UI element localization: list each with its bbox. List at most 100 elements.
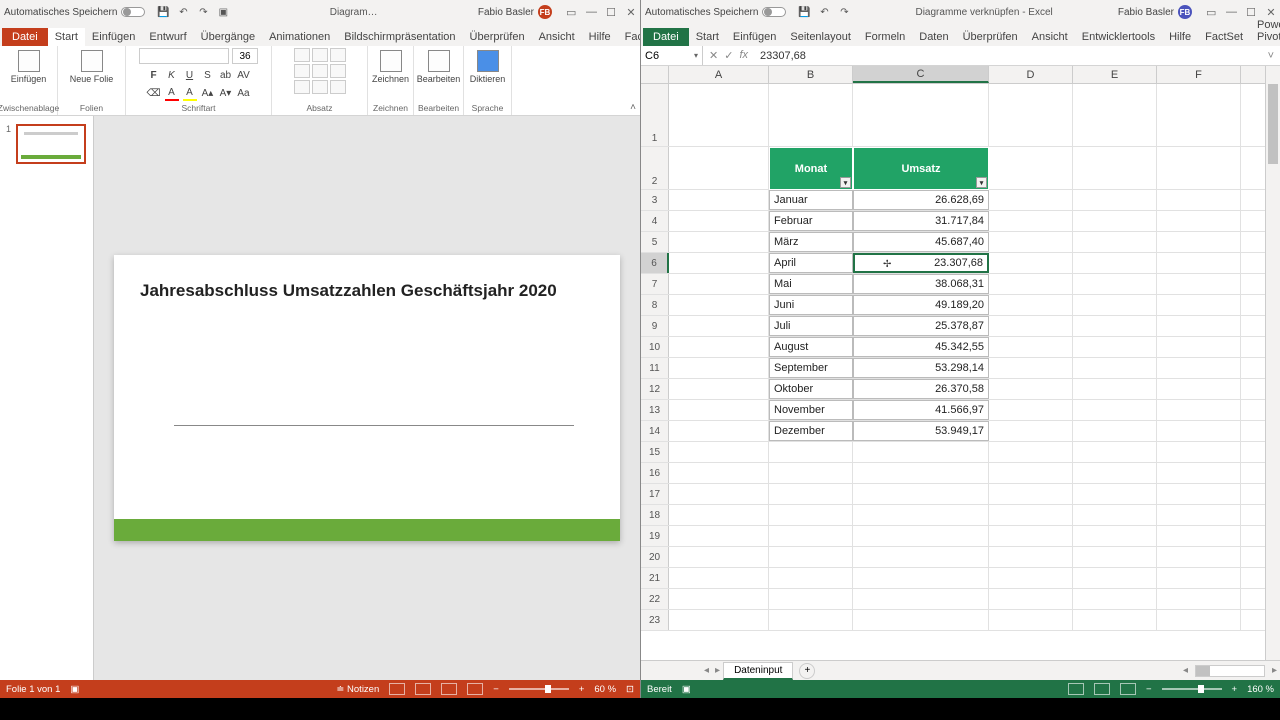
scroll-thumb[interactable] bbox=[1268, 84, 1278, 164]
cell-monat[interactable]: Mai bbox=[769, 274, 853, 294]
font-family-input[interactable] bbox=[139, 48, 229, 64]
table-row[interactable]: 4Februar31.717,84 bbox=[641, 211, 1265, 232]
cell-umsatz[interactable]: ✢23.307,68 bbox=[853, 253, 989, 273]
tab-ueberpruefen[interactable]: Überprüfen bbox=[463, 28, 532, 46]
slide-editor-area[interactable]: Jahresabschluss Umsatzzahlen Geschäftsja… bbox=[94, 116, 640, 680]
cell-umsatz[interactable]: 45.342,55 bbox=[853, 337, 989, 357]
sheet-tab-dateninput[interactable]: Dateninput bbox=[723, 662, 793, 680]
font-size-input[interactable] bbox=[232, 48, 258, 64]
undo-icon[interactable]: ↶ bbox=[177, 6, 189, 18]
table-row[interactable]: 7Mai38.068,31 bbox=[641, 274, 1265, 295]
save-icon[interactable]: 💾 bbox=[798, 6, 810, 18]
zoom-slider[interactable] bbox=[509, 688, 569, 690]
tab-start[interactable]: Start bbox=[48, 28, 85, 46]
col-header-C[interactable]: C bbox=[853, 66, 989, 83]
spreadsheet-grid[interactable]: A B C D E F 12Monat▾Umsatz▾3Januar26.628… bbox=[641, 66, 1265, 660]
slideshow-icon[interactable]: ▣ bbox=[217, 6, 229, 18]
redo-icon[interactable]: ↷ bbox=[197, 6, 209, 18]
tab-file-xl[interactable]: Datei bbox=[643, 28, 689, 46]
minimize-icon[interactable]: — bbox=[586, 6, 596, 19]
col-header-A[interactable]: A bbox=[669, 66, 769, 83]
cancel-formula-icon[interactable]: ✕ bbox=[709, 49, 718, 62]
increase-font-button[interactable]: A▴ bbox=[201, 87, 215, 101]
table-row[interactable]: 9Juli25.378,87 bbox=[641, 316, 1265, 337]
slide-thumbnail-1[interactable] bbox=[16, 124, 86, 164]
highlight-button[interactable]: A bbox=[183, 87, 197, 101]
zoom-out-button[interactable]: − bbox=[493, 684, 499, 695]
col-header-D[interactable]: D bbox=[989, 66, 1073, 83]
bullets-button[interactable] bbox=[294, 48, 310, 62]
minimize-icon[interactable]: — bbox=[1226, 6, 1236, 19]
tab-entwicklertools[interactable]: Entwicklertools bbox=[1075, 28, 1162, 46]
diktieren-button[interactable]: Diktieren bbox=[468, 48, 508, 86]
table-row[interactable]: 8Juni49.189,20 bbox=[641, 295, 1265, 316]
table-row[interactable]: 3Januar26.628,69 bbox=[641, 190, 1265, 211]
vertical-scrollbar[interactable] bbox=[1265, 66, 1280, 660]
strike-button[interactable]: S bbox=[201, 68, 215, 82]
zoom-level[interactable]: 60 % bbox=[594, 684, 616, 695]
horizontal-scrollbar[interactable] bbox=[1195, 665, 1265, 677]
tab-ansicht[interactable]: Ansicht bbox=[532, 28, 582, 46]
cell-umsatz[interactable]: 25.378,87 bbox=[853, 316, 989, 336]
shadow-button[interactable]: ab bbox=[219, 68, 233, 82]
tab-file[interactable]: Datei bbox=[2, 28, 48, 46]
page-layout-view-icon[interactable] bbox=[1094, 683, 1110, 695]
cell-monat[interactable]: September bbox=[769, 358, 853, 378]
tab-factset-xl[interactable]: FactSet bbox=[1198, 28, 1250, 46]
normal-view-icon[interactable] bbox=[389, 683, 405, 695]
undo-icon[interactable]: ↶ bbox=[818, 6, 830, 18]
sorter-view-icon[interactable] bbox=[415, 683, 431, 695]
spacing-button[interactable]: AV bbox=[237, 68, 251, 82]
table-header-monat[interactable]: Monat▾ bbox=[769, 147, 853, 190]
table-row[interactable]: 12Oktober26.370,58 bbox=[641, 379, 1265, 400]
cell-umsatz[interactable]: 49.189,20 bbox=[853, 295, 989, 315]
add-sheet-button[interactable]: + bbox=[799, 663, 815, 679]
ribbon-options-icon[interactable]: ▭ bbox=[1206, 6, 1216, 19]
hscroll-left-icon[interactable]: ◂ bbox=[1180, 665, 1191, 676]
tab-entwurf[interactable]: Entwurf bbox=[142, 28, 193, 46]
cell-monat[interactable]: Juni bbox=[769, 295, 853, 315]
tab-formeln[interactable]: Formeln bbox=[858, 28, 912, 46]
align-center-button[interactable] bbox=[312, 64, 328, 78]
direction-button[interactable] bbox=[330, 80, 346, 94]
indent-button[interactable] bbox=[330, 48, 346, 62]
cell-umsatz[interactable]: 53.298,14 bbox=[853, 358, 989, 378]
cell-umsatz[interactable]: 31.717,84 bbox=[853, 211, 989, 231]
tab-hilfe[interactable]: Hilfe bbox=[582, 28, 618, 46]
slide-title[interactable]: Jahresabschluss Umsatzzahlen Geschäftsja… bbox=[140, 281, 594, 301]
numbering-button[interactable] bbox=[312, 48, 328, 62]
tab-seitenlayout[interactable]: Seitenlayout bbox=[783, 28, 858, 46]
decrease-font-button[interactable]: A▾ bbox=[219, 87, 233, 101]
cell-monat[interactable]: Juli bbox=[769, 316, 853, 336]
underline-button[interactable]: U bbox=[183, 68, 197, 82]
chevron-down-icon[interactable]: ▾ bbox=[694, 51, 698, 60]
bearbeiten-button[interactable]: Bearbeiten bbox=[415, 48, 463, 86]
font-color-button[interactable]: A bbox=[165, 87, 179, 101]
tab-bildschirmpraesentation[interactable]: Bildschirmpräsentation bbox=[337, 28, 462, 46]
cell-umsatz[interactable]: 53.949,17 bbox=[853, 421, 989, 441]
toggle-icon[interactable] bbox=[121, 7, 145, 17]
tab-animationen[interactable]: Animationen bbox=[262, 28, 337, 46]
cell-umsatz[interactable]: 45.687,40 bbox=[853, 232, 989, 252]
save-icon[interactable]: 💾 bbox=[157, 6, 169, 18]
table-row[interactable]: 13November41.566,97 bbox=[641, 400, 1265, 421]
normal-view-icon-xl[interactable] bbox=[1068, 683, 1084, 695]
collapse-ribbon-icon[interactable]: ˄ bbox=[630, 102, 636, 113]
prev-sheet-icon[interactable]: ◂ bbox=[701, 665, 712, 676]
page-break-view-icon[interactable] bbox=[1120, 683, 1136, 695]
table-row[interactable]: 5März45.687,40 bbox=[641, 232, 1265, 253]
autosave-toggle[interactable]: Automatisches Speichern bbox=[4, 7, 145, 18]
paste-button[interactable]: Einfügen bbox=[9, 48, 49, 86]
table-header-umsatz[interactable]: Umsatz▾ bbox=[853, 147, 989, 190]
tab-ueberpruefen-xl[interactable]: Überprüfen bbox=[956, 28, 1025, 46]
clear-format-button[interactable]: ⌫ bbox=[147, 87, 161, 101]
tab-powerpivot[interactable]: Power Pivot bbox=[1250, 16, 1280, 46]
formula-input[interactable]: 23307,68 bbox=[754, 50, 1262, 62]
close-icon[interactable]: ✕ bbox=[626, 6, 636, 19]
name-box[interactable]: C6▾ bbox=[641, 46, 703, 65]
cell-monat[interactable]: Dezember bbox=[769, 421, 853, 441]
filter-dropdown-icon[interactable]: ▾ bbox=[840, 177, 851, 188]
cell-monat[interactable]: Februar bbox=[769, 211, 853, 231]
ribbon-options-icon[interactable]: ▭ bbox=[566, 6, 576, 19]
tab-einfuegen-xl[interactable]: Einfügen bbox=[726, 28, 783, 46]
